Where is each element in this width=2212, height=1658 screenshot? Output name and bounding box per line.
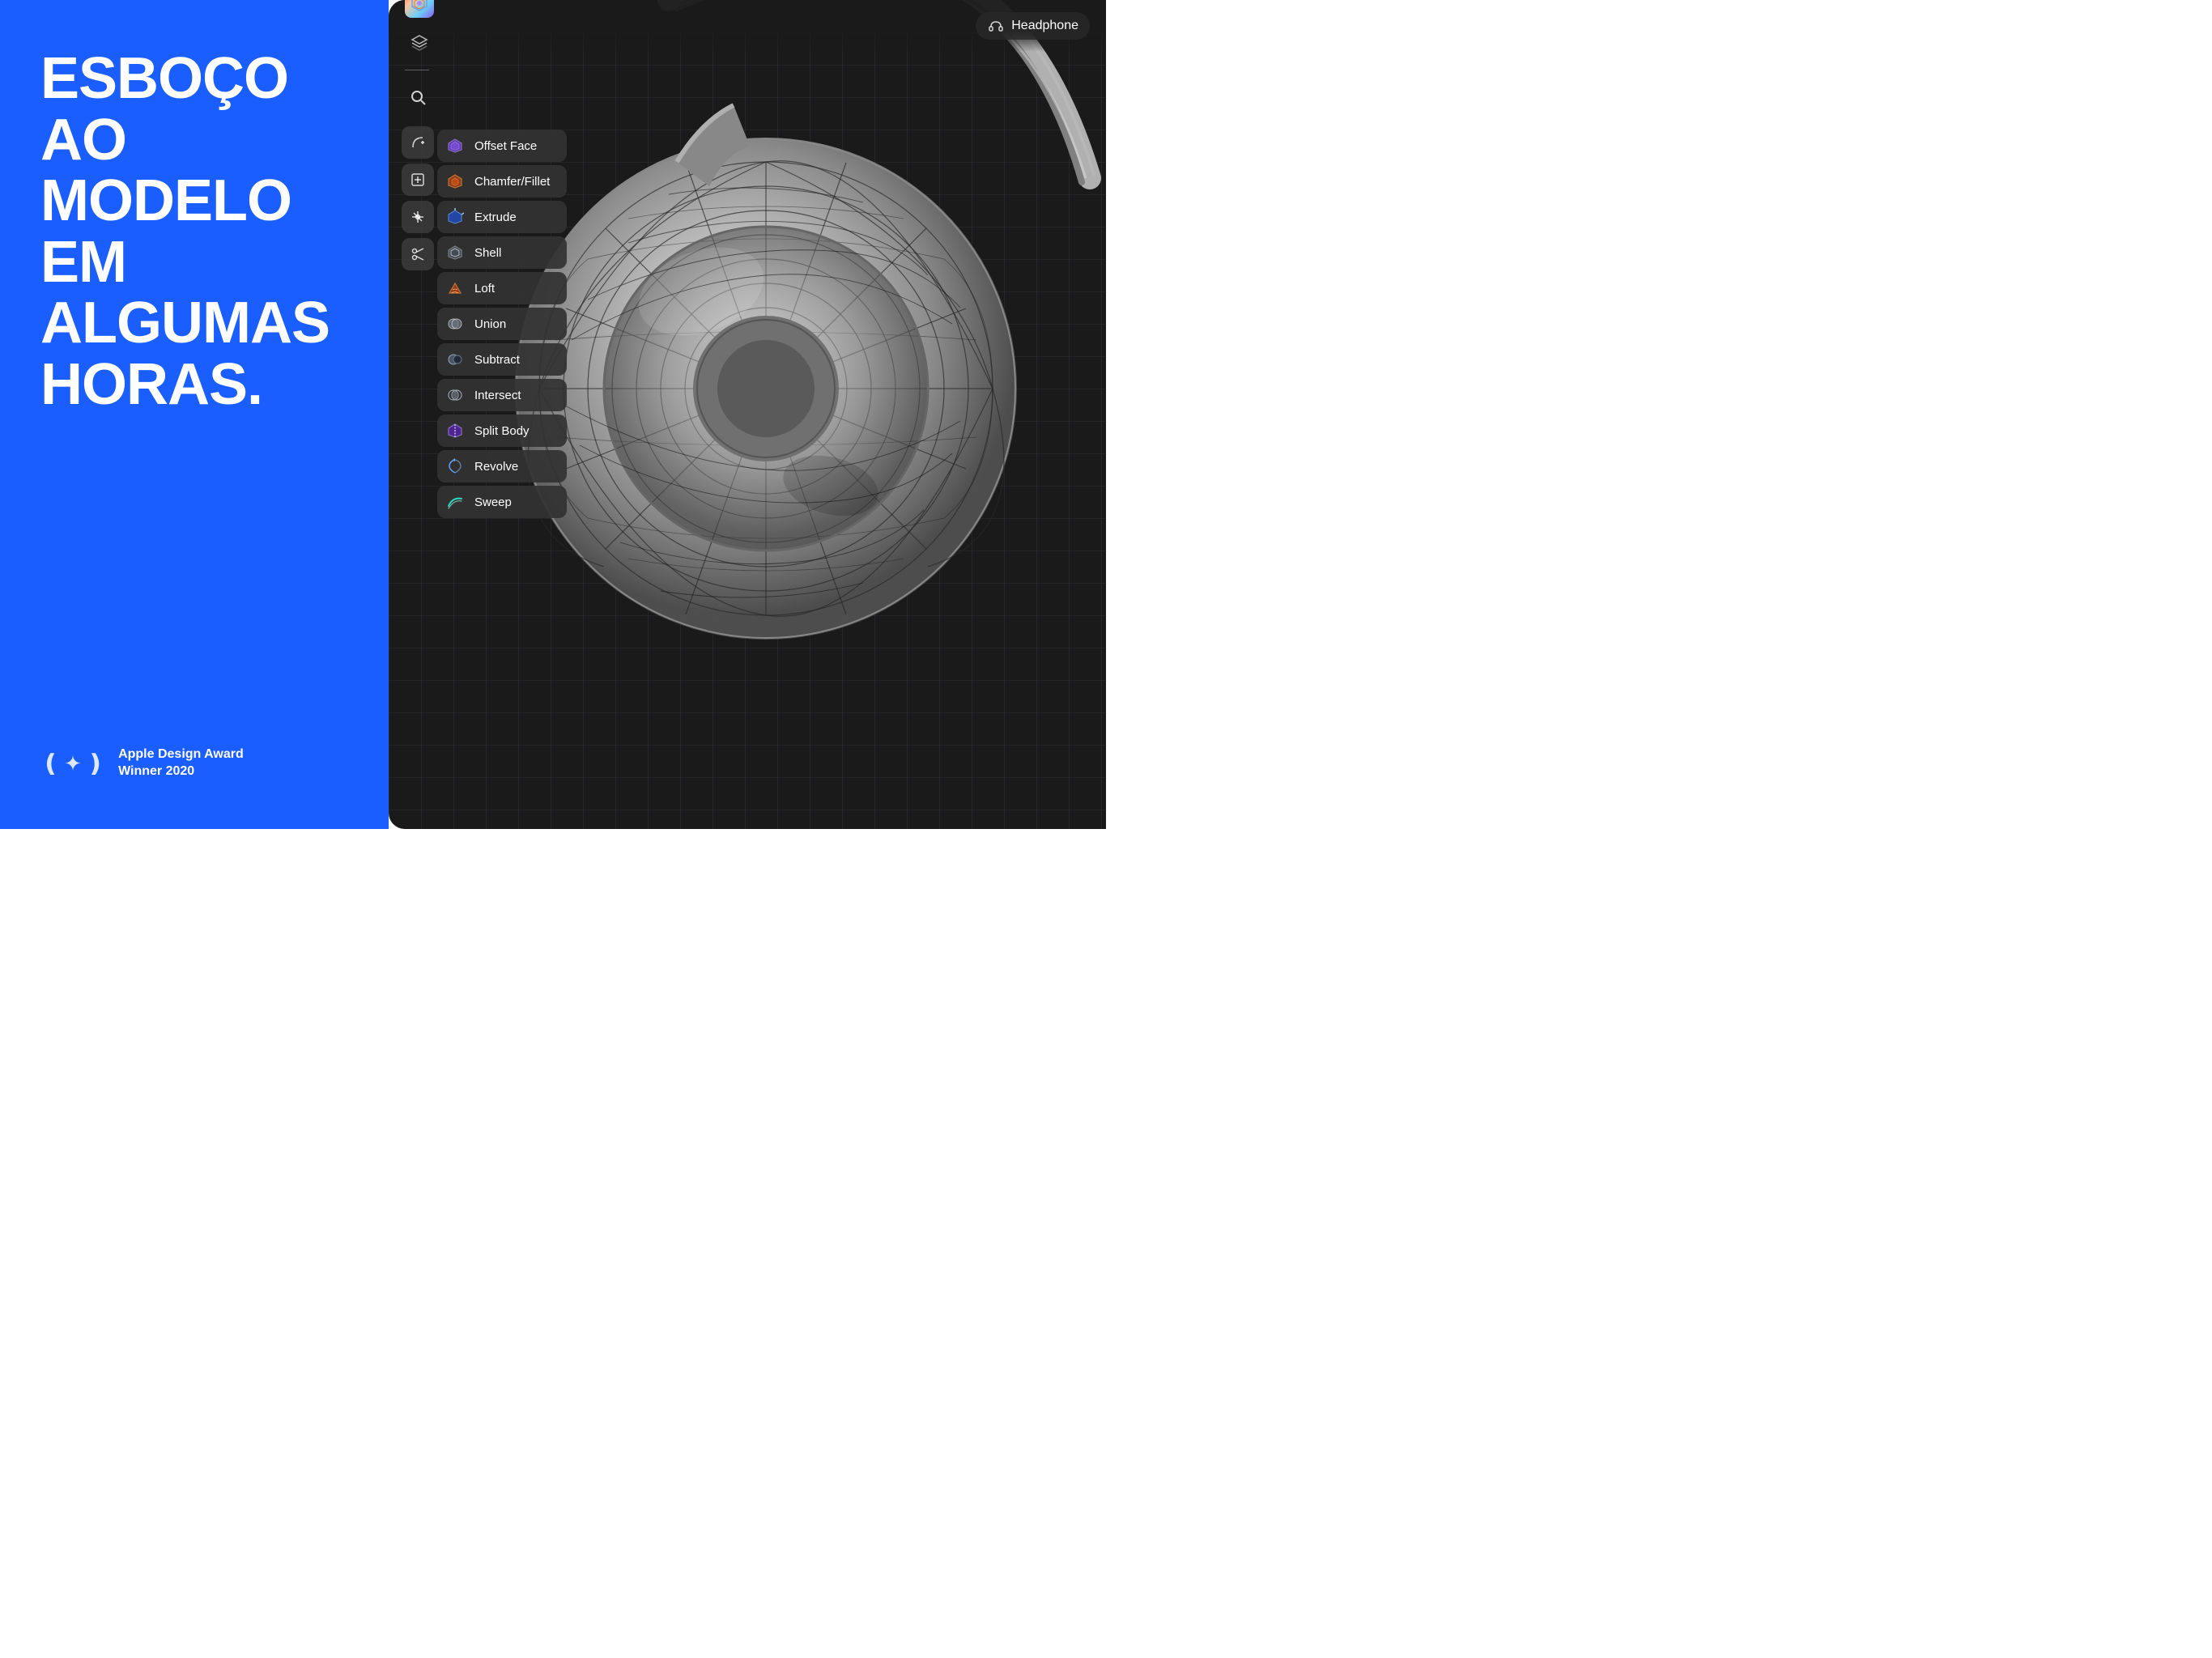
- laurel-left-icon: ❪: [40, 750, 61, 778]
- menu-item-revolve[interactable]: Revolve: [437, 450, 567, 483]
- sweep-icon: [444, 491, 466, 513]
- intersect-icon: [444, 384, 466, 406]
- scissors-tool-button[interactable]: [402, 238, 434, 270]
- headphone-model-icon: [987, 17, 1005, 35]
- menu-item-offset-face[interactable]: Offset Face: [437, 130, 567, 162]
- add-shape-tool-button[interactable]: [402, 164, 434, 196]
- left-toolbar: [397, 65, 439, 829]
- shell-icon: [444, 241, 466, 264]
- top-left-controls: [405, 0, 434, 70]
- chamfer-fillet-icon: [444, 170, 466, 193]
- union-label: Union: [474, 317, 506, 331]
- menu-item-subtract[interactable]: Subtract: [437, 343, 567, 376]
- menu-item-intersect[interactable]: Intersect: [437, 379, 567, 411]
- award-title: Apple Design Award: [118, 747, 244, 761]
- search-button[interactable]: [402, 81, 434, 113]
- menu-item-extrude[interactable]: Extrude: [437, 201, 567, 233]
- intersect-label: Intersect: [474, 389, 521, 402]
- menu-item-chamfer-fillet[interactable]: Chamfer/Fillet: [437, 165, 567, 198]
- loft-label: Loft: [474, 282, 495, 295]
- extrude-icon: [444, 206, 466, 228]
- tools-menu-panel: Offset Face Chamfer/Fillet Extrude: [437, 130, 567, 518]
- offset-face-label: Offset Face: [474, 139, 537, 153]
- app-icon[interactable]: [405, 0, 434, 18]
- award-subtitle: Winner 2020: [118, 764, 194, 778]
- menu-item-shell[interactable]: Shell: [437, 236, 567, 269]
- award-section: ❪ ✦ ❫ Apple Design Award Winner 2020: [40, 746, 348, 780]
- transform-tool-button[interactable]: [402, 201, 434, 233]
- right-panel: Headphone: [389, 0, 1106, 829]
- sweep-label: Sweep: [474, 495, 512, 509]
- revolve-icon: [444, 455, 466, 478]
- loft-icon: [444, 277, 466, 300]
- shell-label: Shell: [474, 246, 501, 260]
- model-name-label: Headphone: [1011, 19, 1078, 33]
- top-right-model-info[interactable]: Headphone: [976, 12, 1090, 40]
- revolve-label: Revolve: [474, 460, 518, 474]
- award-badge: ❪ ✦ ❫: [40, 750, 105, 778]
- subtract-icon: [444, 348, 466, 371]
- menu-item-union[interactable]: Union: [437, 308, 567, 340]
- union-icon: [444, 312, 466, 335]
- menu-item-sweep[interactable]: Sweep: [437, 486, 567, 518]
- chamfer-fillet-label: Chamfer/Fillet: [474, 175, 550, 189]
- laurel-right-icon: ❫: [85, 750, 105, 778]
- extrude-label: Extrude: [474, 210, 517, 224]
- split-body-label: Split Body: [474, 424, 530, 438]
- menu-item-split-body[interactable]: Split Body: [437, 414, 567, 447]
- add-arc-tool-button[interactable]: [402, 126, 434, 159]
- layers-icon[interactable]: [405, 28, 434, 57]
- left-panel: ESBOÇO AO MODELO EM ALGUMAS HORAS. ❪ ✦ ❫…: [0, 0, 389, 829]
- star-icon: ✦: [64, 751, 82, 776]
- top-bar: Headphone: [389, 0, 1106, 52]
- award-text: Apple Design Award Winner 2020: [118, 746, 244, 780]
- subtract-label: Subtract: [474, 353, 520, 367]
- menu-item-loft[interactable]: Loft: [437, 272, 567, 304]
- split-body-icon: [444, 419, 466, 442]
- offset-face-icon: [444, 134, 466, 157]
- headline: ESBOÇO AO MODELO EM ALGUMAS HORAS.: [40, 49, 348, 416]
